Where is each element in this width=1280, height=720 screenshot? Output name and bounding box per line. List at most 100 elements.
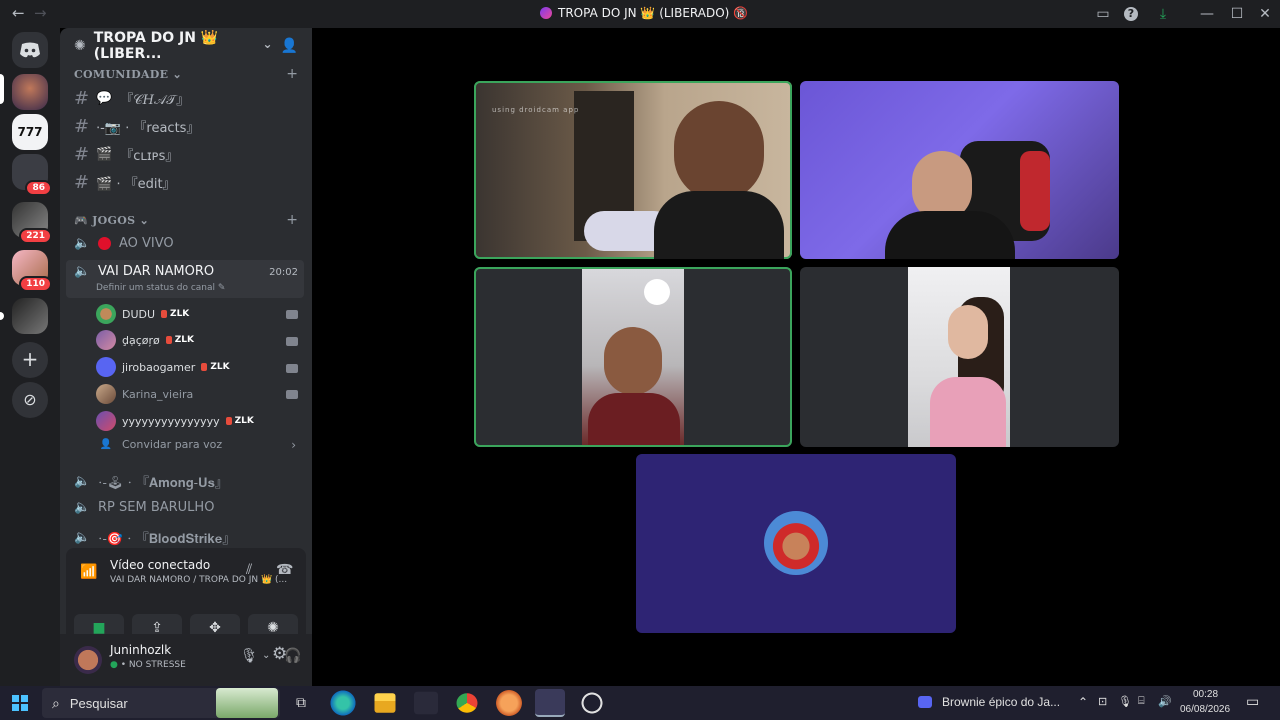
windows-start-icon[interactable] bbox=[12, 695, 28, 711]
video-tile-4[interactable] bbox=[800, 267, 1119, 447]
app-icon[interactable] bbox=[577, 689, 607, 717]
media-title[interactable]: Brownie épico do Ja... bbox=[942, 695, 1060, 709]
server-folder-4-icon[interactable] bbox=[12, 298, 48, 334]
volume-icon[interactable]: 🔊 bbox=[1158, 695, 1172, 708]
video-tile-1[interactable]: using droidcam app bbox=[474, 81, 792, 259]
chevron-up-icon[interactable]: ⌃ bbox=[1078, 695, 1088, 709]
voice-member[interactable]: DUDU ZLK bbox=[96, 304, 189, 324]
tag-icon bbox=[161, 310, 168, 318]
camera-icon bbox=[286, 364, 298, 373]
disconnect-icon[interactable]: ☎ bbox=[276, 562, 293, 578]
chevron-down-icon[interactable]: ⌄ bbox=[248, 646, 256, 657]
video-tile-2[interactable] bbox=[800, 81, 1119, 259]
add-channel-icon[interactable]: + bbox=[286, 212, 298, 228]
store-icon[interactable] bbox=[414, 691, 438, 715]
category-comunidade[interactable]: COMUNIDADE ⌄ bbox=[74, 68, 182, 81]
mic-tray-icon[interactable]: 🎙 bbox=[1118, 695, 1132, 708]
network-icon[interactable]: ⌸ bbox=[1138, 695, 1145, 708]
video-tile-3[interactable] bbox=[474, 267, 792, 447]
discord-home-icon[interactable] bbox=[12, 32, 48, 68]
clock-date[interactable]: 06/08/2026 bbox=[1180, 704, 1230, 715]
inbox-icon[interactable]: ▭ bbox=[1094, 5, 1112, 23]
minimize-icon[interactable]: — bbox=[1198, 5, 1216, 23]
voice-channel-ao-vivo[interactable]: 🔈 AO VIVO bbox=[74, 236, 174, 251]
voice-member[interactable]: yyyyyyyyyyyyyyy ZLK bbox=[96, 411, 254, 431]
body-shape bbox=[930, 377, 1006, 447]
server-avatar-dm[interactable] bbox=[12, 74, 48, 110]
channel-reacts[interactable]: # ⋅-📷 ⋅ 『reacts』 bbox=[74, 116, 199, 137]
channel-edit[interactable]: # 🎬 ⋅ 『edit』 bbox=[74, 172, 176, 193]
file-explorer-icon[interactable] bbox=[374, 693, 396, 713]
voice-member[interactable]: ḑạçøŗø ZLK bbox=[96, 330, 194, 350]
voice-member[interactable]: jirobaogamer ZLK bbox=[96, 357, 230, 377]
body-shape bbox=[654, 191, 784, 259]
voice-location[interactable]: VAI DAR NAMORO / TROPA DO JN 👑 (... bbox=[110, 575, 287, 585]
edge-icon[interactable] bbox=[328, 689, 358, 717]
voice-channel-among-us[interactable]: 🔈 ⋅-🕹 ⋅ 『𝐀𝐦𝐨𝐧𝐠-𝐔𝐬』 bbox=[74, 472, 228, 491]
chat-bubble-icon: 💬 bbox=[96, 91, 113, 106]
task-view-icon[interactable]: ⧉ bbox=[286, 689, 316, 717]
add-server-icon[interactable]: + bbox=[12, 342, 48, 378]
add-channel-icon[interactable]: + bbox=[286, 66, 298, 82]
channel-clips[interactable]: # 🎬 『ᴄʟɪᴘs』 bbox=[74, 144, 178, 165]
download-icon[interactable]: ⤓ bbox=[1154, 5, 1172, 23]
close-icon[interactable]: ✕ bbox=[1256, 5, 1274, 23]
tag-label: ZLK bbox=[170, 309, 190, 319]
chrome-icon[interactable] bbox=[456, 693, 478, 713]
voice-channel-rp[interactable]: 🔈 RP SEM BARULHO bbox=[74, 500, 214, 515]
voice-status[interactable]: Vídeo conectado bbox=[110, 558, 210, 572]
voice-connected-panel: 📶 Vídeo conectado VAI DAR NAMORO / TROPA… bbox=[66, 548, 306, 648]
channel-status-hint[interactable]: Definir um status do canal ✎ bbox=[96, 283, 225, 293]
channel-chat[interactable]: # 💬 『𝒞𝐻𝒜𝒯』 bbox=[74, 88, 189, 109]
settings-gear-icon[interactable]: ⚙ bbox=[272, 644, 287, 664]
chevron-right-icon: › bbox=[291, 438, 296, 452]
help-icon[interactable]: ? bbox=[1124, 7, 1138, 21]
guild-header[interactable]: ✺ TROPA DO JN 👑 (LIBER... ⌄ 👤 bbox=[60, 28, 312, 64]
server-folder-2[interactable]: 221 bbox=[12, 202, 52, 244]
speaker-icon: 🔈 bbox=[74, 236, 91, 251]
media-icon bbox=[918, 696, 932, 708]
tray-app-icon[interactable]: ⊡ bbox=[1098, 695, 1107, 708]
video-tile-5[interactable] bbox=[636, 454, 956, 633]
signal-icon[interactable]: 📶 bbox=[80, 564, 97, 580]
notification-badge: 86 bbox=[25, 180, 52, 196]
add-member-icon[interactable]: 👤 bbox=[281, 38, 298, 54]
portrait-video bbox=[908, 267, 1010, 447]
notification-badge: 110 bbox=[19, 276, 52, 292]
forward-arrow-icon[interactable]: → bbox=[34, 4, 47, 22]
channel-label: AO VIVO bbox=[119, 236, 174, 251]
notification-icon[interactable]: ▭ bbox=[1246, 693, 1259, 710]
noise-suppression-icon[interactable]: ⫽ bbox=[246, 562, 252, 578]
voice-channel-bloodstrike[interactable]: 🔈 ⋅-🎯 ⋅ 『𝐁𝐥𝐨𝐨𝐝𝐒𝐭𝐫𝐢𝐤𝐞』 bbox=[74, 528, 235, 547]
clapper-icon: 🎬 bbox=[96, 147, 113, 162]
unread-pill bbox=[0, 312, 4, 320]
app-icon[interactable] bbox=[494, 689, 524, 717]
member-tag: ZLK bbox=[161, 309, 189, 319]
chevron-down-icon[interactable]: ⌄ bbox=[262, 650, 270, 661]
explore-icon[interactable]: ⊘ bbox=[12, 382, 48, 418]
discord-taskbar-icon[interactable] bbox=[535, 689, 565, 717]
avatar bbox=[764, 511, 828, 575]
server-tropa-icon[interactable]: 777 bbox=[12, 114, 48, 150]
member-name: DUDU bbox=[122, 307, 156, 321]
category-jogos[interactable]: 🎮 JOGOS ⌄ bbox=[74, 214, 149, 227]
voice-member[interactable]: Karina_vieira bbox=[96, 384, 193, 404]
channel-label: RP SEM BARULHO bbox=[98, 500, 215, 515]
back-arrow-icon[interactable]: ← bbox=[12, 4, 25, 22]
server-folder-1[interactable]: 86 bbox=[12, 154, 52, 196]
invite-to-voice[interactable]: 👤 Convidar para voz bbox=[96, 438, 222, 451]
tag-icon bbox=[201, 363, 208, 371]
channel-label: ⋅-📷 ⋅ 『reacts』 bbox=[96, 121, 200, 136]
member-tag: ZLK bbox=[225, 416, 254, 426]
hash-icon: # bbox=[74, 116, 90, 137]
voice-channel-header: 🔈 VAI DAR NAMORO bbox=[74, 264, 214, 279]
clock-time[interactable]: 00:28 bbox=[1193, 689, 1218, 700]
user-avatar[interactable] bbox=[74, 646, 102, 674]
maximize-icon[interactable]: ☐ bbox=[1228, 5, 1246, 23]
gear-badge-icon: ✺ bbox=[74, 38, 86, 54]
taskbar-search[interactable]: ⌕ Pesquisar bbox=[42, 688, 280, 718]
server-folder-3[interactable]: 110 bbox=[12, 250, 52, 292]
username: Juninhozlk bbox=[110, 643, 172, 657]
channel-label: ⋅-🎯 ⋅ 『𝐁𝐥𝐨𝐨𝐝𝐒𝐭𝐫𝐢𝐤𝐞』 bbox=[98, 532, 236, 547]
invite-label: Convidar para voz bbox=[122, 438, 223, 451]
